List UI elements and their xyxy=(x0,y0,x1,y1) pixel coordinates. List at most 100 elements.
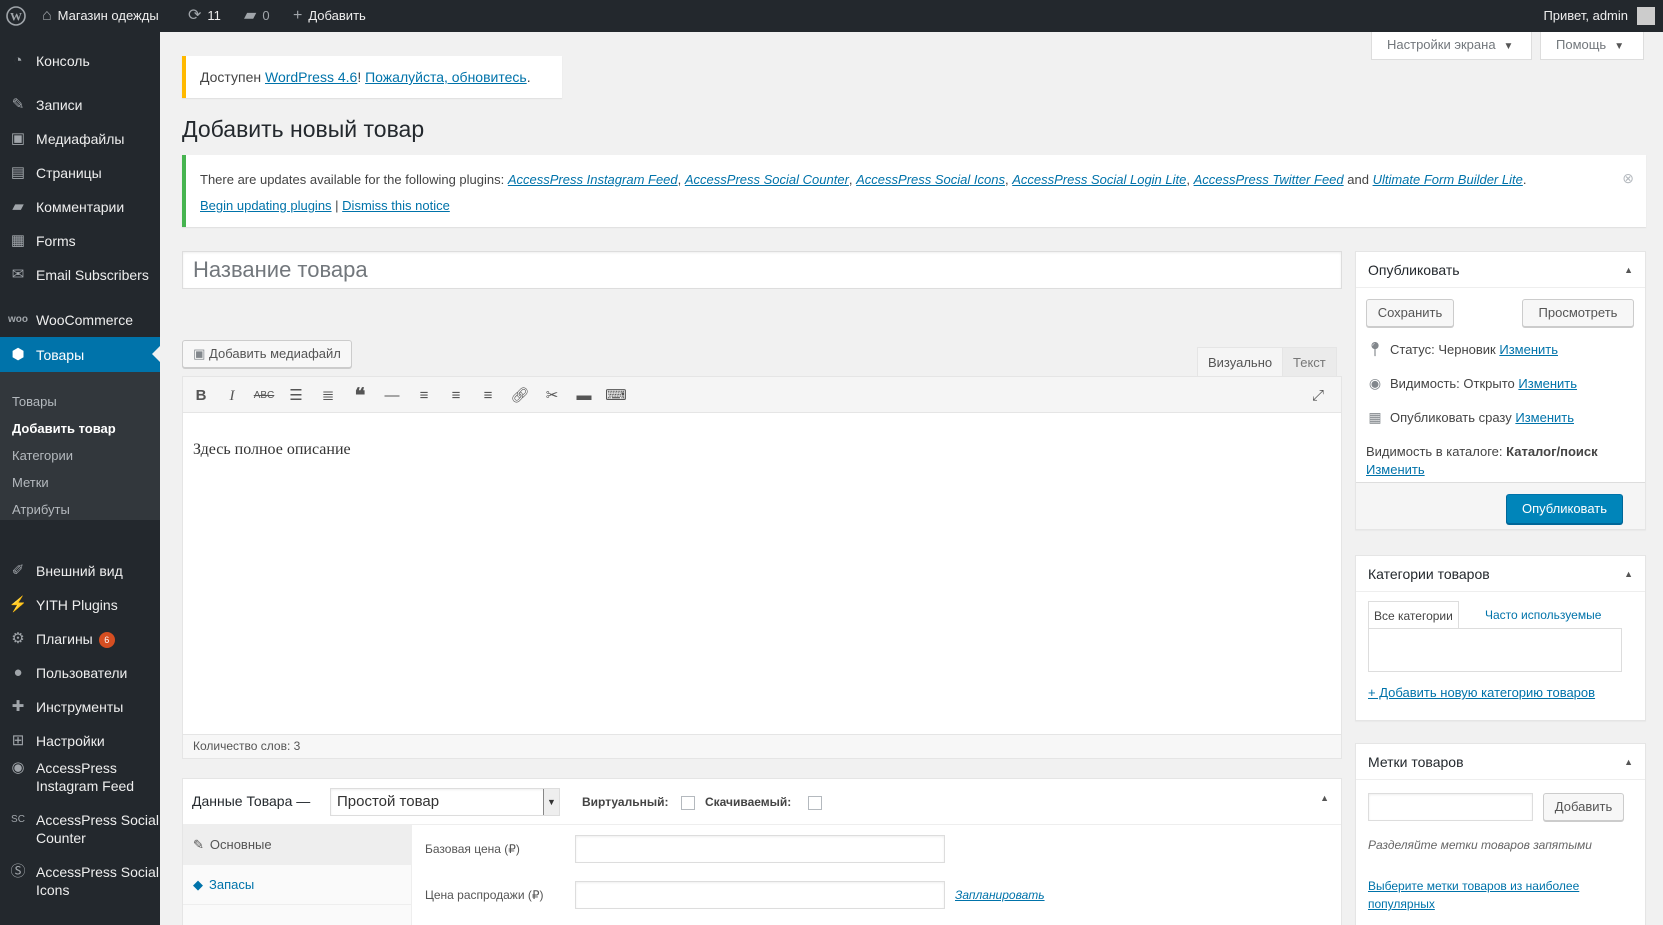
sidebar-item-comments[interactable]: ▰ Комментарии xyxy=(0,190,160,224)
toolbar-toggle-icon[interactable]: ⌨ xyxy=(603,383,629,409)
virtual-checkbox[interactable] xyxy=(681,796,695,810)
plugin-link[interactable]: AccessPress Social Counter xyxy=(685,172,849,187)
account-greeting[interactable]: Привет, admin xyxy=(1543,0,1628,32)
sidebar-item-dashboard[interactable]: ◔ Консоль xyxy=(0,44,160,78)
plugin-link[interactable]: Ultimate Form Builder Lite xyxy=(1373,172,1523,187)
sidebar-item-products[interactable]: ⬢ Товары xyxy=(0,337,160,373)
italic-icon[interactable]: I xyxy=(219,383,245,409)
tab-popular-categories[interactable]: Часто используемые xyxy=(1485,608,1601,622)
submenu-add-product[interactable]: Добавить товар xyxy=(12,421,116,436)
strikethrough-icon[interactable]: ABC xyxy=(251,383,277,409)
avatar[interactable] xyxy=(1637,7,1655,25)
product-categories-box: Категории товаров ▲ Все категории Часто и… xyxy=(1355,555,1646,721)
update-now-link[interactable]: Пожалуйста, обновитесь xyxy=(365,69,527,85)
unlink-icon[interactable]: ✂ xyxy=(539,383,565,409)
sidebar-item-yith-plugins[interactable]: ⚡ YITH Plugins xyxy=(0,588,160,622)
plugin-link[interactable]: AccessPress Twitter Feed xyxy=(1194,172,1344,187)
comments-link[interactable]: ▰ 0 xyxy=(244,0,270,32)
new-tag-input[interactable] xyxy=(1368,793,1533,821)
sidebar-item-pages[interactable]: ▤ Страницы xyxy=(0,156,160,190)
site-name-link[interactable]: ⌂ Магазин одежды xyxy=(42,0,159,32)
sidebar-item-accesspress-social-icons[interactable]: Ⓢ AccessPress Social Icons xyxy=(0,860,160,900)
add-media-button[interactable]: ▣ Добавить медиафайл xyxy=(182,340,352,368)
plugin-link[interactable]: AccessPress Instagram Feed xyxy=(508,172,678,187)
numbered-list-icon[interactable]: ≣ xyxy=(315,383,341,409)
horizontal-line-icon[interactable]: — xyxy=(379,383,405,409)
wordpress-version-link[interactable]: WordPress 4.6 xyxy=(265,69,357,85)
sidebar-item-accesspress-social-counter[interactable]: SC AccessPress Social Counter xyxy=(0,808,160,848)
align-right-icon[interactable]: ≡ xyxy=(475,383,501,409)
catalog-visibility: Видимость в каталоге: Каталог/поиск Измен… xyxy=(1366,444,1598,477)
blockquote-icon[interactable]: ❝ xyxy=(347,383,373,409)
sidebar-item-forms[interactable]: ▦ Forms xyxy=(0,224,160,258)
add-new-link[interactable]: + Добавить xyxy=(293,0,366,32)
bullet-list-icon[interactable]: ☰ xyxy=(283,383,309,409)
tab-visual[interactable]: Визуально xyxy=(1197,347,1284,377)
sidebar-item-woocommerce[interactable]: woo WooCommerce xyxy=(0,303,160,337)
collapse-toggle-icon[interactable]: ▲ xyxy=(1624,252,1633,288)
comment-icon: ▰ xyxy=(244,7,257,24)
align-left-icon[interactable]: ≡ xyxy=(411,383,437,409)
sidebar-item-email-subscribers[interactable]: ✉ Email Subscribers xyxy=(0,258,160,292)
edit-timestamp-link[interactable]: Изменить xyxy=(1515,410,1574,425)
submenu-products[interactable]: Товары xyxy=(12,394,57,409)
sc-icon: SC xyxy=(11,814,25,825)
submenu-tags[interactable]: Метки xyxy=(12,475,49,490)
sidebar-item-accesspress-instagram[interactable]: ◉ AccessPress Instagram Feed xyxy=(0,756,160,796)
dismiss-notice-link[interactable]: Dismiss this notice xyxy=(342,198,450,213)
sidebar-item-users[interactable]: ● Пользователи xyxy=(0,656,160,690)
collapse-toggle-icon[interactable]: ▲ xyxy=(1624,556,1633,592)
sidebar-item-plugins[interactable]: ⚙ Плагины 6 xyxy=(0,622,160,656)
editor-content[interactable]: Здесь полное описание xyxy=(193,441,351,459)
submenu-attributes[interactable]: Атрибуты xyxy=(12,502,70,517)
add-new-category-link[interactable]: + Добавить новую категорию товаров xyxy=(1368,685,1595,700)
collapse-toggle-icon[interactable]: ▲ xyxy=(1624,744,1633,780)
fullscreen-icon[interactable]: ⤢ xyxy=(1305,383,1331,409)
bold-icon[interactable]: B xyxy=(188,383,214,409)
sidebar-item-settings[interactable]: ⊞ Настройки xyxy=(0,724,160,758)
link-icon[interactable]: 🔗︎ xyxy=(507,383,533,409)
users-icon: ● xyxy=(13,664,23,681)
updates-link[interactable]: ⟳ 11 xyxy=(188,0,221,32)
edit-status-link[interactable]: Изменить xyxy=(1499,342,1558,357)
help-button[interactable]: Помощь ▼ xyxy=(1540,32,1644,60)
submenu-categories[interactable]: Категории xyxy=(12,448,73,463)
categories-box-header[interactable]: Категории товаров ▲ xyxy=(1356,556,1645,592)
tab-general[interactable]: ✎ Основные xyxy=(183,825,412,865)
plugin-updates-notice: There are updates available for the foll… xyxy=(182,155,1646,227)
preview-button[interactable]: Просмотреть xyxy=(1522,299,1634,327)
add-tag-button[interactable]: Добавить xyxy=(1543,793,1624,821)
plugin-link[interactable]: AccessPress Social Icons xyxy=(856,172,1005,187)
tags-box-header[interactable]: Метки товаров ▲ xyxy=(1356,744,1645,780)
plugin-link[interactable]: AccessPress Social Login Lite xyxy=(1012,172,1186,187)
tab-inventory[interactable]: ◆ Запасы xyxy=(183,865,412,905)
screen-options-button[interactable]: Настройки экрана ▼ xyxy=(1371,32,1532,60)
edit-catalog-visibility-link[interactable]: Изменить xyxy=(1366,462,1425,477)
align-center-icon[interactable]: ≡ xyxy=(443,383,469,409)
sidebar-item-posts[interactable]: ✎ Записи xyxy=(0,88,160,122)
downloadable-checkbox[interactable] xyxy=(808,796,822,810)
tab-text[interactable]: Текст xyxy=(1282,347,1337,377)
read-more-icon[interactable]: ▬ xyxy=(571,383,597,409)
regular-price-input[interactable] xyxy=(575,835,945,863)
publish-box-header[interactable]: Опубликовать ▲ xyxy=(1356,252,1645,288)
product-title-input[interactable]: Название товара xyxy=(182,251,1342,289)
product-type-select[interactable]: Простой товар ▼ xyxy=(330,788,560,816)
close-icon[interactable]: ⊗ xyxy=(1622,165,1634,191)
sale-price-input[interactable] xyxy=(575,881,945,909)
collapse-toggle-icon[interactable]: ▲ xyxy=(1320,793,1329,803)
tab-all-categories[interactable]: Все категории xyxy=(1368,601,1459,629)
edit-visibility-link[interactable]: Изменить xyxy=(1518,376,1577,391)
post-status: 📍︎ Статус: Черновик Изменить xyxy=(1366,341,1558,357)
sidebar-item-tools[interactable]: ✚ Инструменты xyxy=(0,690,160,724)
begin-updating-link[interactable]: Begin updating plugins xyxy=(200,198,332,213)
schedule-link[interactable]: Запланировать xyxy=(955,888,1045,902)
categories-list[interactable] xyxy=(1368,628,1622,672)
save-draft-button[interactable]: Сохранить xyxy=(1366,299,1454,327)
wordpress-logo-icon[interactable]: W xyxy=(6,0,26,32)
sidebar-item-appearance[interactable]: ✐ Внешний вид xyxy=(0,554,160,588)
sidebar-item-media[interactable]: ▣ Медиафайлы xyxy=(0,122,160,156)
publish-button[interactable]: Опубликовать xyxy=(1506,494,1623,524)
choose-popular-tags-link[interactable]: Выберите метки товаров из наиболее попул… xyxy=(1368,877,1618,913)
plus-icon: + xyxy=(293,7,303,24)
